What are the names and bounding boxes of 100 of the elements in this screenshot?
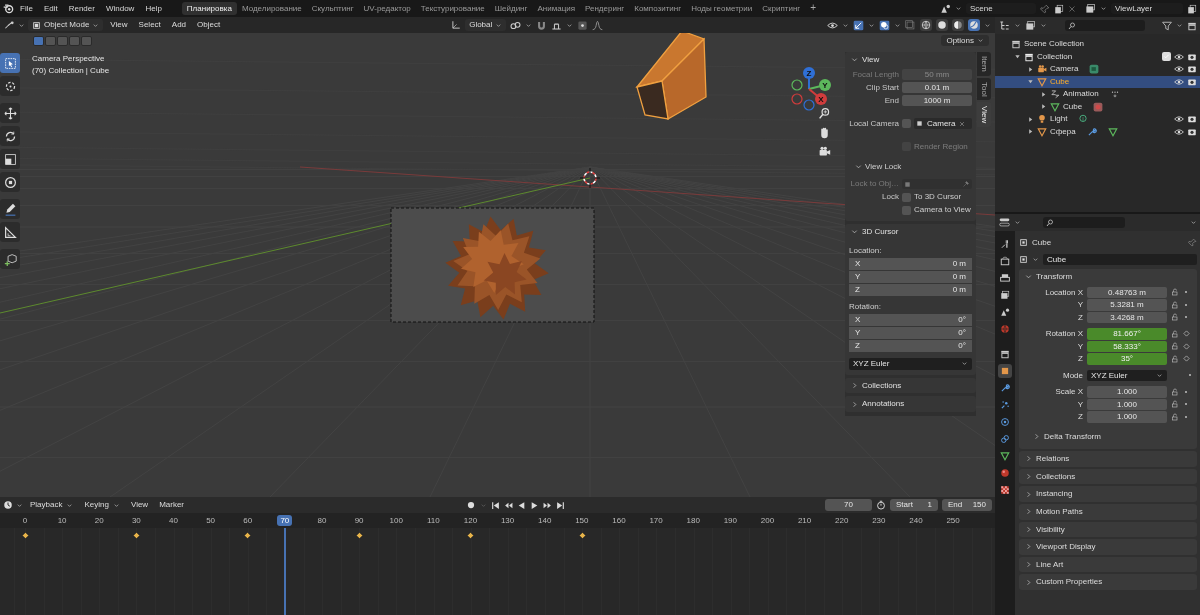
chevron-right-icon[interactable] [1025,455,1032,463]
jump-start-icon[interactable] [491,500,501,510]
image-stack-icon[interactable] [1025,20,1036,31]
workspace-tab[interactable]: Планировка [181,1,237,16]
shading-button[interactable] [936,19,948,31]
camera-icon[interactable] [1187,114,1197,125]
tool-button[interactable] [0,103,20,123]
image-stack-icon[interactable] [1085,3,1096,14]
lock-icon[interactable] [1171,288,1179,297]
snap-icon[interactable] [536,19,548,31]
outliner-row[interactable]: Collection [995,50,1200,63]
section-title[interactable]: Visibility [1036,524,1065,535]
object-name-field[interactable]: Cube [1043,253,1197,266]
outliner-row[interactable]: Animation [995,88,1200,101]
properties-tab[interactable] [998,449,1012,463]
mode-dropdown[interactable]: Object Mode [28,19,104,31]
outliner-row[interactable]: Cube [995,75,1200,88]
keyframe-icon[interactable] [578,532,586,539]
new-collection-icon[interactable] [1187,20,1197,31]
chevron-right-icon[interactable] [1033,432,1040,440]
collapsed-arrow-icon[interactable] [1040,103,1047,111]
eye-icon[interactable] [1174,64,1184,75]
lock-icon[interactable] [1171,313,1179,322]
stopwatch-icon[interactable] [876,500,886,510]
number-field[interactable]: 58.333° [1087,340,1167,353]
shading-button[interactable] [920,19,932,31]
rotation-mode-dropdown[interactable]: XYZ Euler [849,358,972,370]
menu-item[interactable]: File [15,2,38,15]
chevron-down-icon[interactable] [855,162,862,170]
menu-item[interactable]: Keying [80,499,124,511]
close-icon[interactable] [1068,4,1076,13]
tool-button[interactable] [0,172,20,192]
3d-cursor-icon[interactable] [579,167,601,189]
vector-field[interactable]: Y 0° [849,327,972,339]
menu-item[interactable]: Object [193,19,225,31]
lock-icon[interactable] [1171,400,1179,409]
previous-keyframe-icon[interactable] [504,500,514,510]
playhead-line[interactable] [283,528,286,615]
section-title[interactable]: Instancing [1036,489,1073,499]
properties-tab[interactable] [998,483,1012,497]
start-frame-field[interactable]: Start 1 [890,499,938,511]
overlays-icon[interactable] [879,19,890,31]
number-field[interactable]: 1.000 [1087,398,1167,411]
section-title[interactable]: View [862,55,880,65]
section-title[interactable]: 3D Cursor [862,227,899,237]
section-title[interactable]: Relations [1036,454,1070,464]
checkbox[interactable] [902,205,911,215]
eye-icon[interactable] [1174,126,1184,137]
eye-icon[interactable] [1174,51,1184,62]
workspace-tab[interactable]: Текстурирование [415,1,490,16]
outliner-row[interactable]: Camera [995,63,1200,76]
collapsed-arrow-icon[interactable] [1027,128,1034,136]
workspace-tab[interactable]: Скриптинг [757,1,806,16]
pin-icon[interactable] [1188,238,1197,247]
eye-icon[interactable] [1174,114,1184,125]
current-frame-field[interactable]: 70 [825,499,872,511]
display-mode-icon[interactable] [999,20,1010,31]
dot-icon[interactable] [1183,388,1189,395]
keyframe-icon[interactable] [132,532,140,539]
gizmo-arrows-icon[interactable] [853,19,864,31]
play-reverse-icon[interactable] [517,500,527,510]
dot-icon[interactable] [1183,289,1189,296]
number-field[interactable]: 81.667° [1087,328,1167,340]
menu-item[interactable]: Edit [38,2,63,15]
lock-icon[interactable] [1171,387,1179,396]
properties-tab[interactable] [998,364,1012,378]
section-title[interactable]: Transform [1036,272,1073,282]
properties-tab[interactable] [998,432,1012,446]
lock-icon[interactable] [1171,300,1179,309]
tool-button[interactable] [0,149,20,169]
lock-icon[interactable] [1171,354,1179,363]
menu-item[interactable]: Playback [26,499,78,511]
checkbox[interactable] [902,192,911,202]
tool-button[interactable] [0,76,20,96]
visibility-icon[interactable] [827,19,838,31]
menu-item[interactable]: View [106,19,132,31]
axes-icon[interactable] [451,20,462,30]
workspace-tab[interactable]: Скульптинг [306,1,359,16]
tool-button[interactable] [0,222,20,242]
menu-item[interactable]: Window [100,2,140,15]
tool-button[interactable] [0,249,20,269]
collapsed-arrow-icon[interactable] [1027,65,1034,73]
vector-field[interactable]: Z 0° [849,340,972,352]
properties-tab[interactable] [998,254,1012,268]
orientation-dropdown[interactable]: Global [465,19,507,31]
section-title[interactable]: Viewport Display [1036,542,1096,552]
dot-icon[interactable] [1183,413,1189,420]
section-title[interactable]: Custom Properties [1036,577,1103,587]
chevron-down-icon[interactable] [1025,273,1032,281]
object-icon[interactable] [1019,255,1028,264]
current-frame-marker[interactable]: 70 [277,514,293,527]
chevron-right-icon[interactable] [1025,490,1032,498]
shading-button[interactable] [952,19,964,31]
lock-icon[interactable] [1171,342,1179,351]
expanded-arrow-icon[interactable] [1027,78,1034,86]
editor-type-icon[interactable] [4,19,15,31]
properties-tab[interactable] [998,271,1012,285]
keyframe-icon[interactable] [467,532,475,539]
section-title[interactable]: Collections [1036,471,1076,482]
checkbox-label[interactable]: Camera to View [914,205,971,215]
